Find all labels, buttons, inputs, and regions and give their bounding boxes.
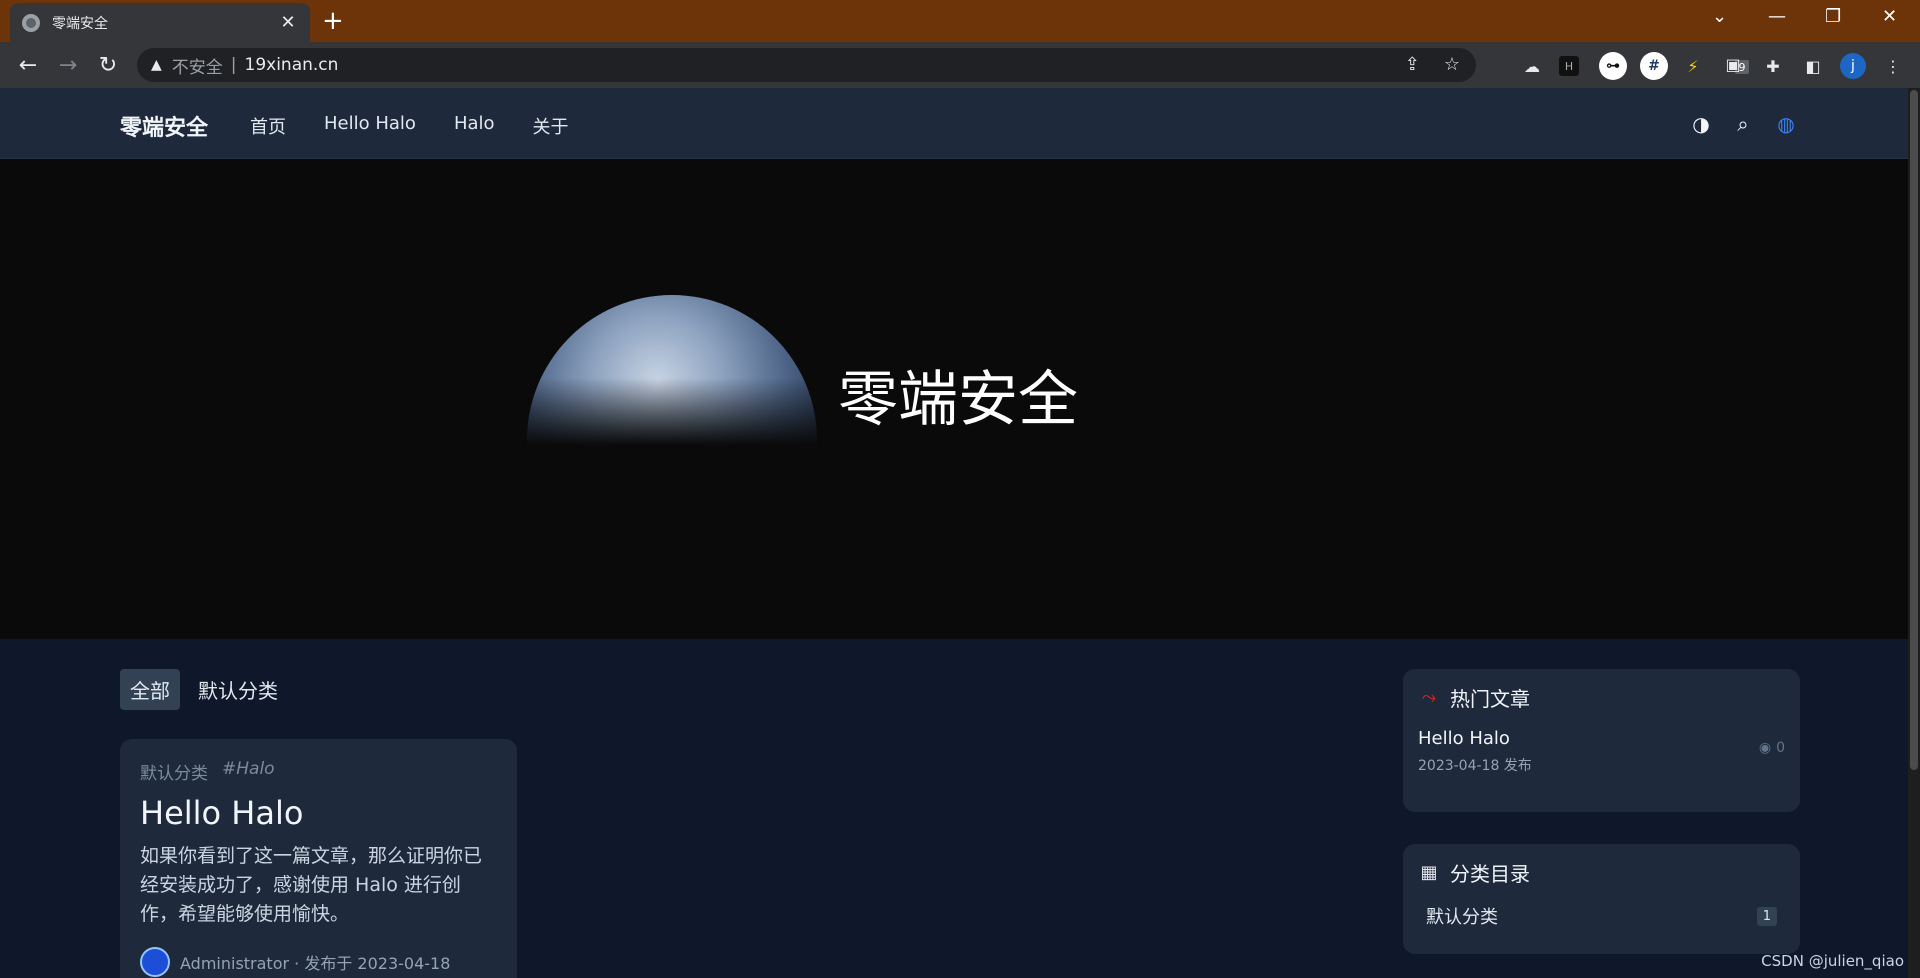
side-panel-icon[interactable]: ◧ — [1800, 53, 1826, 79]
post-category[interactable]: 默认分类 — [140, 759, 208, 784]
forward-button[interactable]: → — [54, 51, 82, 79]
browser-tabbar: 零端安全 ✕ + ⌄ — ❐ ✕ — [0, 0, 1920, 42]
site-brand[interactable]: 零端安全 — [120, 110, 208, 142]
post-excerpt: 如果你看到了这一篇文章，那么证明你已经安装成功了，感谢使用 Halo 进行创作，… — [140, 845, 483, 925]
new-tab-button[interactable]: + — [322, 8, 344, 34]
profile-avatar[interactable]: j — [1840, 53, 1866, 79]
hot-post-views: 0 — [1776, 740, 1785, 756]
share-icon[interactable]: ⇪ — [1405, 54, 1420, 75]
category-filter: 全部 默认分类 — [120, 669, 288, 710]
puzzle-extensions-icon[interactable]: ✚ — [1760, 53, 1786, 79]
minimize-button[interactable]: — — [1768, 6, 1786, 27]
main-nav: 首页 Hello Halo Halo 关于 — [250, 113, 569, 139]
post-card[interactable]: 默认分类 #Halo Hello Halo 如果你看到了这一篇文章，那么证明你已… — [120, 739, 517, 978]
post-tag[interactable]: #Halo — [222, 759, 275, 784]
tab-search-icon[interactable]: ⌄ — [1712, 6, 1727, 27]
tab-close-button[interactable]: ✕ — [278, 12, 298, 33]
hero-banner: 零端安全 — [0, 159, 1908, 639]
category-item[interactable]: 默认分类 1 — [1418, 903, 1785, 929]
screenshot-extension-icon[interactable]: ▣ — [1720, 51, 1746, 77]
earth-image — [527, 295, 817, 445]
browser-tab-active[interactable]: 零端安全 ✕ — [10, 3, 310, 42]
url-text[interactable]: 19xinan.cn — [245, 55, 339, 75]
category-widget: ▦ 分类目录 默认分类 1 — [1403, 844, 1800, 954]
url-separator: | — [230, 55, 237, 75]
close-window-button[interactable]: ✕ — [1882, 6, 1897, 27]
browser-toolbar: ← → ↻ ▲ 不安全 | 19xinan.cn ⇪ ☆ — [0, 42, 1920, 88]
key-extension-icon[interactable]: ⊶ — [1599, 52, 1627, 80]
back-button[interactable]: ← — [14, 51, 42, 79]
fire-icon: ⤳ — [1421, 687, 1437, 708]
nav-hello-halo[interactable]: Hello Halo — [324, 113, 416, 139]
author-avatar — [140, 947, 170, 977]
hot-post-item[interactable]: Hello Halo 2023-04-18 发布 ◉ 0 — [1418, 728, 1785, 775]
hot-post-title[interactable]: Hello Halo — [1418, 728, 1785, 749]
nav-home[interactable]: 首页 — [250, 113, 286, 139]
category-widget-title: 分类目录 — [1450, 862, 1530, 886]
watermark: CSDN @julien_qiao — [1761, 952, 1904, 970]
grid-icon: ▦ — [1420, 862, 1438, 883]
filter-default-category[interactable]: 默认分类 — [188, 669, 288, 710]
insecure-label[interactable]: 不安全 — [172, 53, 223, 78]
bolt-extension-icon[interactable]: ⚡ — [1680, 53, 1706, 79]
post-title[interactable]: Hello Halo — [140, 794, 497, 832]
site-header: 零端安全 首页 Hello Halo Halo 关于 ◑ ⌕ ◍ — [0, 88, 1908, 159]
tab-title: 零端安全 — [52, 15, 108, 32]
address-bar[interactable]: ▲ 不安全 | 19xinan.cn ⇪ ☆ — [137, 48, 1476, 82]
category-count: 1 — [1756, 906, 1777, 926]
browser-menu-icon[interactable]: ⋮ — [1880, 53, 1906, 79]
post-footer: Administrator · 发布于 2023-04-18 — [180, 954, 451, 973]
hot-post-date: 2023-04-18 发布 — [1418, 758, 1532, 774]
bookmark-star-icon[interactable]: ☆ — [1444, 54, 1460, 75]
globe-icon — [22, 13, 40, 32]
h-extension-icon[interactable]: H — [1559, 56, 1579, 76]
cloud-extension-icon[interactable]: ☁ — [1519, 53, 1545, 79]
page-scrollbar[interactable] — [1908, 88, 1920, 978]
eye-icon: ◉ — [1758, 740, 1772, 756]
theme-toggle-icon[interactable]: ◑ — [1689, 112, 1713, 136]
hot-posts-widget: ⤳ 热门文章 Hello Halo 2023-04-18 发布 ◉ 0 — [1403, 669, 1800, 812]
language-globe-icon[interactable]: ◍ — [1774, 112, 1798, 136]
restore-button[interactable]: ❐ — [1825, 6, 1841, 27]
hot-posts-title: 热门文章 — [1450, 687, 1530, 711]
warning-icon[interactable]: ▲ — [151, 57, 162, 73]
filter-all[interactable]: 全部 — [120, 669, 180, 710]
search-icon[interactable]: ⌕ — [1731, 112, 1755, 136]
category-name[interactable]: 默认分类 — [1426, 903, 1498, 929]
hero-title: 零端安全 — [838, 365, 1078, 435]
hash-extension-icon[interactable]: # — [1640, 52, 1668, 80]
nav-about[interactable]: 关于 — [533, 113, 569, 139]
nav-halo[interactable]: Halo — [454, 113, 495, 139]
main-content: 全部 默认分类 默认分类 #Halo Hello Halo 如果你看到了这一篇文… — [0, 639, 1908, 978]
reload-button[interactable]: ↻ — [94, 51, 122, 79]
